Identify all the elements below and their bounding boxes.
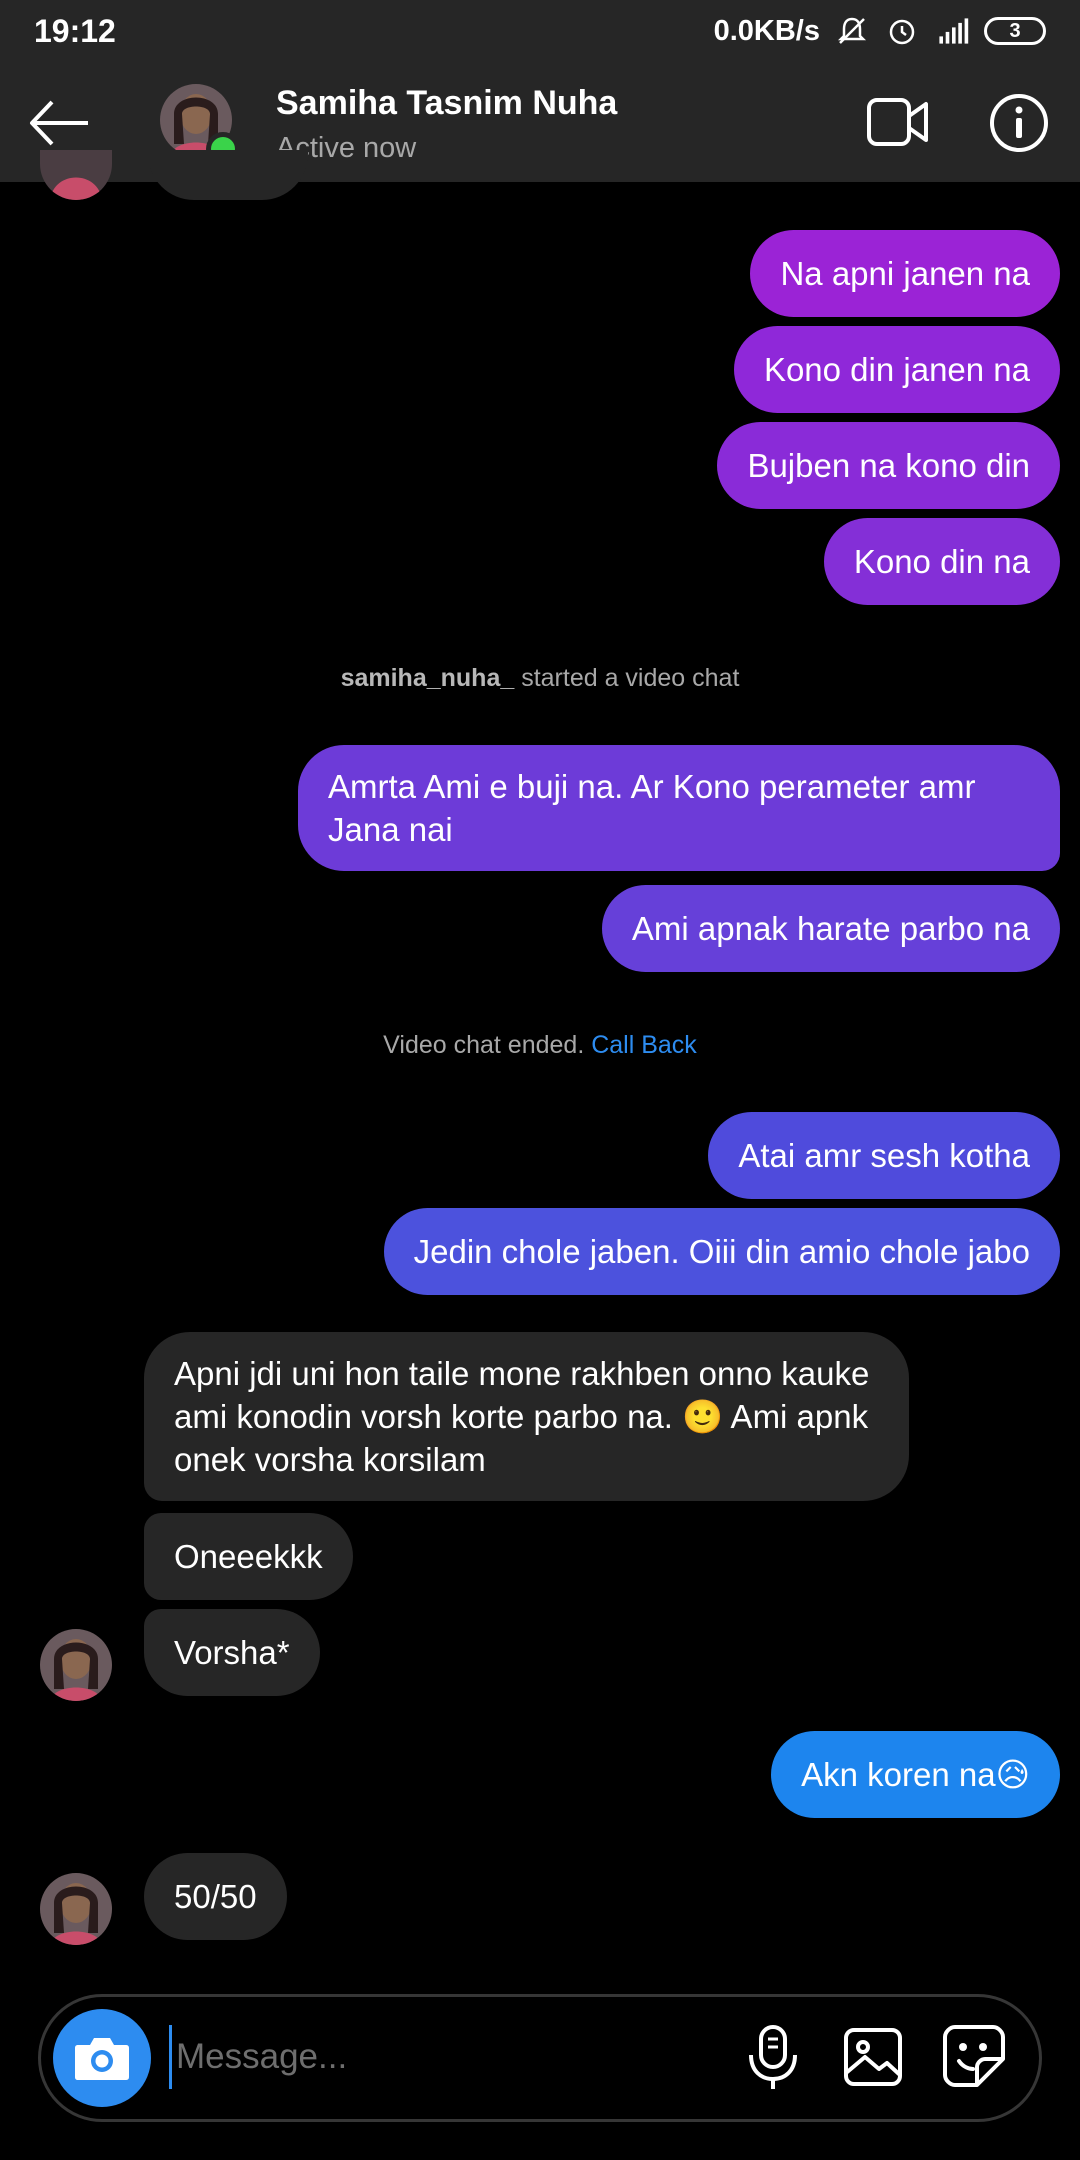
- message-bubble-outgoing[interactable]: Akn koren na😥: [771, 1731, 1060, 1818]
- microphone-icon[interactable]: [741, 2023, 805, 2093]
- signal-icon: [934, 13, 970, 49]
- system-message-video-ended: Video chat ended. Call Back: [0, 1031, 1080, 1060]
- status-icons: 0.0KB/s 3: [714, 13, 1046, 49]
- system-message-video-started: samiha_nuha_ started a video chat: [0, 664, 1080, 693]
- sticker-icon[interactable]: [941, 2023, 1007, 2089]
- status-time: 19:12: [34, 12, 116, 49]
- message-bubble-outgoing[interactable]: Na apni janen na: [750, 230, 1060, 317]
- gallery-icon[interactable]: [841, 2025, 905, 2089]
- battery-icon: 3: [984, 17, 1046, 45]
- back-arrow-icon[interactable]: [26, 90, 92, 156]
- contact-avatar-small[interactable]: [40, 1873, 112, 1945]
- message-bubble-incoming[interactable]: Apni jdi uni hon taile mone rakhben onno…: [144, 1332, 909, 1501]
- message-input[interactable]: [169, 2025, 729, 2089]
- contact-avatar-small[interactable]: [40, 1629, 112, 1701]
- contact-avatar-small: [40, 150, 112, 200]
- status-bar: 19:12 0.0KB/s 3: [0, 0, 1080, 62]
- system-text: started a video chat: [514, 664, 740, 692]
- message-composer: [38, 1994, 1042, 2122]
- message-bubble-outgoing[interactable]: Amrta Ami e buji na. Ar Kono perameter a…: [298, 745, 1060, 871]
- message-bubble-outgoing[interactable]: Kono din janen na: [733, 326, 1060, 413]
- system-text: Video chat ended.: [383, 1031, 592, 1059]
- network-speed: 0.0KB/s: [713, 14, 820, 47]
- message-bubble-outgoing[interactable]: Jedin chole jaben. Oiii din amio chole j…: [383, 1208, 1060, 1295]
- message-bubble-incoming[interactable]: 50/50: [144, 1853, 287, 1940]
- message-bubble-outgoing[interactable]: Kono din na: [823, 518, 1060, 605]
- video-call-icon[interactable]: [866, 94, 930, 150]
- message-bubble-outgoing[interactable]: Bujben na kono din: [717, 422, 1060, 509]
- camera-icon[interactable]: [53, 2009, 151, 2107]
- alarm-icon: [884, 13, 920, 49]
- call-back-link[interactable]: Call Back: [591, 1031, 697, 1059]
- contact-name[interactable]: Samiha Tasnim Nuha: [276, 84, 617, 123]
- message-bubble-outgoing[interactable]: Atai amr sesh kotha: [708, 1112, 1060, 1199]
- message-bubble-outgoing[interactable]: Ami apnak harate parbo na: [601, 885, 1060, 972]
- system-username: samiha_nuha_: [340, 664, 515, 692]
- message-bubble-incoming[interactable]: Oneeekkk: [144, 1513, 353, 1600]
- message-bubble-incoming[interactable]: Vorsha*: [144, 1609, 320, 1696]
- info-icon[interactable]: [988, 92, 1050, 154]
- message-bubble-incoming-cropped: [148, 150, 308, 200]
- mute-bell-icon: [834, 13, 870, 49]
